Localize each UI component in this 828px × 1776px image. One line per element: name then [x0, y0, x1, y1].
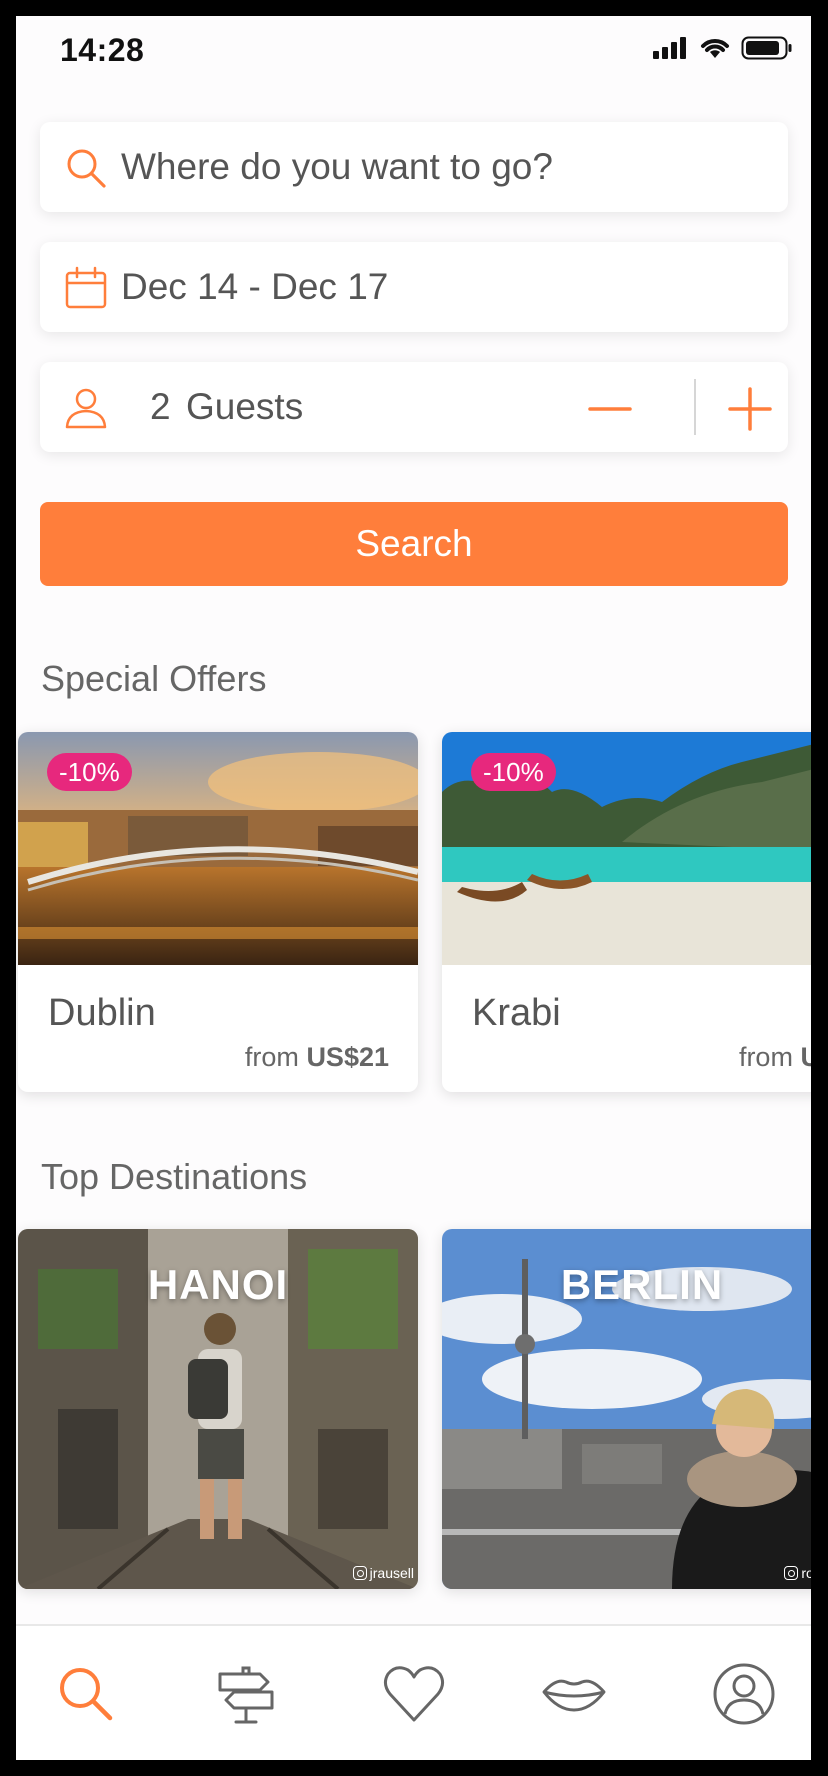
tab-profile[interactable] [712, 1662, 776, 1726]
price-value: US$21 [306, 1042, 389, 1072]
wifi-icon [701, 39, 729, 58]
offer-price: from US$21 [245, 1042, 389, 1073]
stepper-divider [694, 379, 696, 435]
offer-image-krabi: -10% [442, 732, 811, 965]
price-prefix: from [738, 1042, 793, 1072]
photo-credit: romisar [784, 1565, 811, 1581]
instagram-icon [352, 1566, 367, 1580]
tab-signpost[interactable] [214, 1662, 278, 1726]
discount-badge: -10% [471, 753, 556, 791]
status-icons [653, 36, 793, 60]
discount-badge: -10% [47, 753, 132, 791]
date-field[interactable]: Dec 14 - Dec 17 [40, 242, 788, 332]
tab-bar [16, 1624, 811, 1760]
tab-favorites[interactable] [382, 1662, 446, 1726]
destination-name: HANOI [147, 1261, 289, 1308]
offer-card-krabi[interactable]: -10% Krabi from US$6 [442, 732, 811, 1092]
signal-icon [653, 37, 686, 59]
guest-label: Guests [186, 386, 304, 427]
battery-icon [741, 36, 792, 60]
special-offers-title: Special Offers [41, 658, 267, 699]
offer-image-dublin: -10% [18, 732, 418, 965]
search-button[interactable]: Search [40, 502, 788, 586]
guests-field: 2 Guests [40, 362, 788, 452]
date-range-value: Dec 14 - Dec 17 [121, 266, 389, 307]
destination-field[interactable]: Where do you want to go? [40, 122, 788, 212]
tab-lips[interactable] [542, 1662, 606, 1726]
increase-guests-button[interactable] [728, 387, 772, 431]
status-time: 14:28 [60, 32, 145, 68]
destination-placeholder: Where do you want to go? [121, 146, 553, 187]
person-icon [65, 388, 107, 429]
instagram-icon [784, 1566, 799, 1580]
destination-name: BERLIN [560, 1261, 724, 1308]
guest-count: 2 [150, 386, 171, 427]
offer-price: from US$6 [739, 1042, 811, 1073]
top-destinations-title: Top Destinations [41, 1156, 308, 1197]
status-bar: 14:28 [16, 16, 811, 86]
destination-card-berlin[interactable]: BERLIN romisar [442, 1229, 811, 1589]
search-icon [67, 149, 106, 188]
decrease-guests-button[interactable] [588, 387, 632, 431]
app-screen: 14:28 Where do you want to go? Dec 14 - … [16, 16, 811, 1760]
price-prefix: from [244, 1042, 299, 1072]
calendar-icon [65, 266, 107, 309]
tab-search[interactable] [54, 1662, 118, 1726]
offer-city: Krabi [472, 992, 561, 1034]
destination-card-hanoi[interactable]: HANOI jrausell [18, 1229, 418, 1589]
offer-city: Dublin [48, 992, 156, 1034]
offer-card-dublin[interactable]: -10% Dublin from US$21 [18, 732, 418, 1092]
photo-credit: jrausell [352, 1565, 414, 1581]
photo-credit-handle: romisar [801, 1565, 811, 1581]
price-value: US$6 [800, 1042, 811, 1072]
photo-credit-handle: jrausell [369, 1565, 414, 1581]
